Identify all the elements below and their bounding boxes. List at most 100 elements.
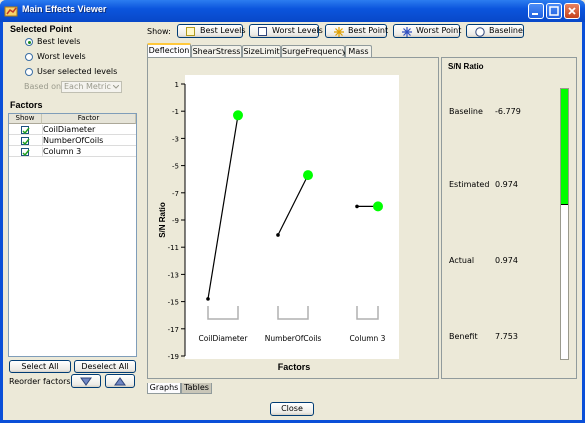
actual-row-value: 0.974 — [495, 256, 518, 265]
maximize-icon — [549, 6, 559, 16]
best-point-button[interactable]: Best Point — [325, 24, 389, 38]
best-point-label: Best Point — [348, 26, 389, 35]
best-level-marker — [303, 170, 313, 181]
estimated-row-label: Estimated — [449, 180, 490, 189]
star-icon — [334, 27, 344, 37]
table-row[interactable]: CoilDiameter — [9, 125, 136, 135]
factor-name: NumberOfCoils — [43, 136, 104, 145]
tab-surgefrequency[interactable]: SurgeFrequency — [281, 45, 347, 57]
checkmark-icon — [22, 149, 30, 157]
arrow-up-icon — [114, 377, 126, 386]
sn-ratio-title: S/N Ratio — [448, 62, 484, 71]
worst-levels-button[interactable]: Worst Levels — [249, 24, 323, 38]
y-tick-label: 1 — [175, 81, 179, 89]
y-tick-label: -17 — [168, 326, 179, 334]
x-axis-labels: CoilDiameter NumberOfCoils Column 3 — [198, 334, 385, 343]
close-button[interactable]: Close — [270, 402, 314, 416]
tab-tables[interactable]: Tables — [181, 383, 212, 394]
level-point — [206, 297, 210, 301]
y-tick-label: -5 — [172, 163, 179, 171]
best-level-marker — [373, 201, 383, 212]
column-header-factor[interactable]: Factor — [42, 114, 136, 124]
level-point — [355, 204, 359, 209]
x-category-label: CoilDiameter — [198, 334, 248, 343]
tab-sizelimit[interactable]: SizeLimit — [242, 45, 281, 57]
reorder-label: Reorder factors: — [9, 377, 74, 386]
y-tick-label: -11 — [168, 244, 179, 252]
show-checkbox[interactable] — [21, 126, 30, 135]
white-square-icon — [258, 27, 267, 36]
app-icon — [4, 6, 18, 17]
arrow-down-icon — [80, 377, 92, 386]
chevron-down-icon — [113, 85, 119, 89]
radio-worst-levels-label: Worst levels — [37, 52, 86, 61]
close-icon — [568, 7, 576, 15]
y-tick-label: -13 — [168, 271, 179, 279]
circle-icon — [475, 27, 485, 37]
y-tick-label: -19 — [168, 353, 179, 361]
graph-panel: 1 -1 -3 -5 -7 -9 -11 -13 -15 -17 -19 CoilDiameter N… — [147, 57, 439, 379]
best-level-marker — [233, 110, 243, 121]
minimize-button[interactable] — [528, 3, 544, 19]
y-tick-label: -3 — [172, 135, 179, 143]
y-tick-label: -1 — [172, 108, 179, 116]
radio-user-levels[interactable] — [25, 68, 33, 76]
x-axis-title: Factors — [278, 362, 311, 372]
estimated-row-value: 0.974 — [495, 180, 518, 189]
worst-point-button[interactable]: Worst Point — [393, 24, 462, 38]
tab-mass[interactable]: Mass — [345, 45, 372, 57]
actual-row-label: Actual — [449, 256, 475, 265]
radio-best-levels-label: Best levels — [37, 37, 81, 46]
radio-worst-levels[interactable] — [25, 53, 33, 61]
radio-user-levels-label: User selected levels — [37, 67, 118, 76]
sn-ratio-bar — [560, 88, 569, 360]
close-window-button[interactable] — [564, 3, 580, 19]
plot-area — [185, 75, 399, 359]
table-row[interactable]: NumberOfCoils — [9, 136, 136, 146]
y-tick-label: -7 — [172, 190, 179, 198]
title-bar[interactable]: Main Effects Viewer — [0, 0, 585, 22]
checkmark-icon — [22, 127, 30, 135]
asterisk-icon — [402, 27, 412, 37]
tab-deflection[interactable]: Deflection — [147, 43, 191, 57]
factors-title: Factors — [10, 100, 43, 110]
column-header-show[interactable]: Show — [9, 114, 42, 124]
based-on-select[interactable]: Each Metric — [61, 81, 122, 93]
factor-name: Column 3 — [43, 147, 82, 156]
checkmark-icon — [22, 138, 30, 146]
radio-best-levels[interactable] — [25, 38, 33, 46]
baseline-row-value: -6.779 — [495, 107, 521, 116]
selected-point-title: Selected Point — [10, 24, 73, 34]
tab-graphs[interactable]: Graphs — [147, 383, 181, 394]
move-down-button[interactable] — [71, 374, 101, 388]
move-up-button[interactable] — [105, 374, 135, 388]
minimize-icon — [532, 13, 538, 15]
best-levels-button[interactable]: Best Levels — [177, 24, 246, 38]
worst-point-label: Worst Point — [416, 26, 462, 35]
select-all-button[interactable]: Select All — [9, 360, 71, 373]
x-category-label: NumberOfCoils — [265, 334, 322, 343]
show-label: Show: — [147, 27, 171, 36]
based-on-value: Each Metric — [64, 82, 111, 91]
tab-shearstress[interactable]: ShearStress — [191, 45, 242, 57]
deselect-all-button[interactable]: Deselect All — [74, 360, 136, 373]
show-checkbox[interactable] — [21, 137, 30, 146]
best-levels-label: Best Levels — [200, 26, 246, 35]
level-point — [276, 233, 280, 237]
worst-levels-label: Worst Levels — [272, 26, 323, 35]
yellow-square-icon — [186, 27, 195, 36]
table-row[interactable]: Column 3 — [9, 147, 136, 157]
baseline-label: Baseline — [489, 26, 523, 35]
maximize-button[interactable] — [546, 3, 562, 19]
baseline-button[interactable]: Baseline — [466, 24, 524, 38]
benefit-row-label: Benefit — [449, 332, 478, 341]
main-effects-chart: 1 -1 -3 -5 -7 -9 -11 -13 -15 -17 -19 CoilDiameter N… — [158, 75, 399, 372]
sn-ratio-bar-fill — [561, 89, 568, 206]
y-tick-label: -15 — [168, 299, 179, 307]
y-axis-title: S/N Ratio — [158, 202, 167, 238]
show-checkbox[interactable] — [21, 148, 30, 157]
based-on-label: Based on: — [24, 82, 64, 91]
factors-table: Show Factor CoilDiameter NumberOfCoils C… — [8, 113, 137, 357]
window-title: Main Effects Viewer — [22, 4, 107, 14]
x-category-label: Column 3 — [350, 334, 386, 343]
